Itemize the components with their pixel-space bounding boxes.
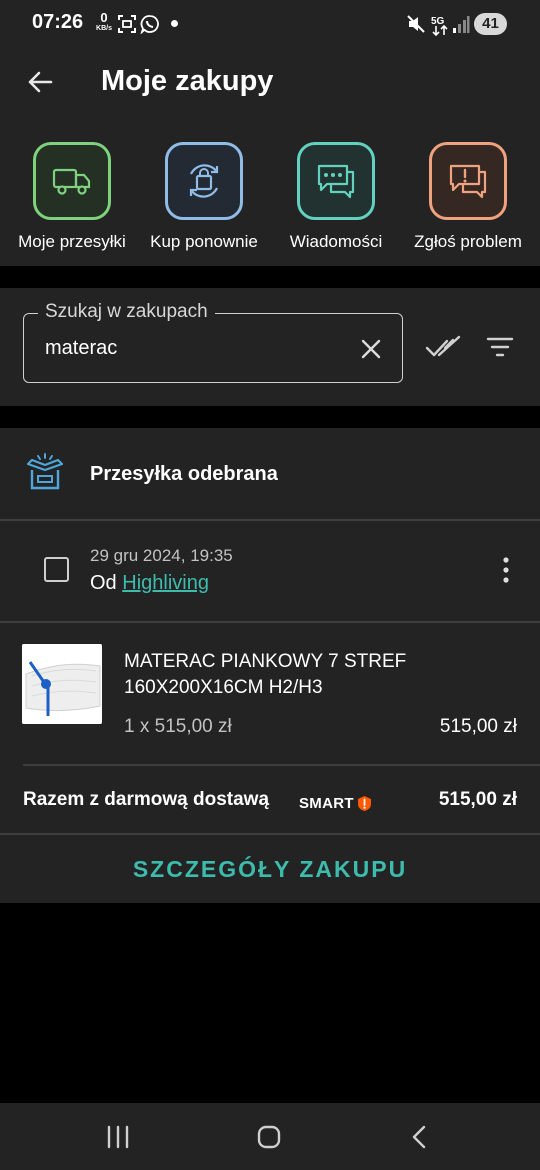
order-checkbox[interactable]	[44, 557, 69, 582]
product-name[interactable]: MATERAC PIANKOWY 7 STREF 160X200X16CM H2…	[124, 649, 514, 701]
clear-icon[interactable]	[359, 337, 383, 361]
order-date: 29 gru 2024, 19:35	[90, 546, 233, 565]
5g-icon: 5G	[431, 16, 448, 36]
chat-icon	[317, 164, 355, 199]
notification-dot	[171, 20, 178, 27]
mattress-image	[22, 644, 102, 724]
more-vertical-icon[interactable]	[497, 556, 515, 584]
navigation-bar	[0, 1103, 540, 1170]
divider	[0, 833, 540, 835]
smart-label: SMART	[299, 794, 354, 812]
quick-actions: Moje przesyłki Kup ponownie Wiadomości Z…	[0, 118, 540, 266]
quick-action-report-problem[interactable]: Zgłoś problem	[402, 142, 534, 252]
smart-alert-icon	[357, 795, 371, 811]
truck-icon	[52, 168, 91, 195]
back-arrow-icon[interactable]	[26, 68, 54, 96]
seller-line: Od Highliving	[90, 572, 209, 595]
network-speed-value: 0	[100, 10, 108, 25]
home-icon[interactable]	[255, 1123, 283, 1151]
report-chat-icon	[449, 164, 487, 199]
smart-badge: SMART	[299, 792, 373, 814]
signal-icon	[453, 16, 470, 33]
divider	[0, 621, 540, 623]
network-speed-unit: KB/s	[96, 25, 112, 32]
total-value: 515,00 zł	[438, 789, 517, 810]
search-value[interactable]: materac	[45, 337, 117, 360]
product-price: 515,00 zł	[439, 716, 517, 737]
divider	[23, 764, 540, 766]
recent-apps-icon[interactable]	[104, 1123, 132, 1151]
shipment-status: Przesyłka odebrana	[90, 463, 278, 485]
battery-level: 41	[474, 13, 507, 35]
search-card: Szukaj w zakupach materac	[0, 288, 540, 406]
status-time: 07:26	[32, 11, 84, 33]
order-details-button[interactable]: SZCZEGÓŁY ZAKUPU	[0, 836, 540, 903]
screenshot-icon	[118, 15, 136, 33]
quick-action-buy-again[interactable]: Kup ponownie	[138, 142, 270, 252]
app-bar: Moje zakupy	[0, 48, 540, 118]
quick-action-report-problem-box[interactable]	[429, 142, 507, 220]
search-input[interactable]: Szukaj w zakupach materac	[23, 301, 403, 383]
quick-action-buy-again-box[interactable]	[165, 142, 243, 220]
filter-icon[interactable]	[486, 335, 514, 359]
repeat-bag-icon	[189, 164, 219, 198]
whatsapp-icon	[140, 15, 159, 34]
mute-icon	[407, 15, 425, 33]
status-bar: 07:26 0 KB/s 5G 41	[0, 0, 540, 48]
back-icon[interactable]	[406, 1123, 434, 1151]
quick-action-shipments-label: Moje przesyłki	[18, 232, 126, 251]
product-thumbnail[interactable]	[22, 644, 102, 724]
quick-action-messages-box[interactable]	[297, 142, 375, 220]
double-check-icon[interactable]	[425, 333, 461, 361]
open-box-icon	[26, 453, 64, 490]
page-title: Moje zakupy	[101, 65, 274, 97]
seller-prefix: Od	[90, 572, 117, 594]
quick-action-shipments[interactable]: Moje przesyłki	[6, 142, 138, 252]
divider	[0, 519, 540, 521]
order-card: Przesyłka odebrana 29 gru 2024, 19:35 Od…	[0, 428, 540, 903]
quick-action-messages-label: Wiadomości	[289, 232, 383, 251]
quick-action-shipments-box[interactable]	[33, 142, 111, 220]
quick-action-report-problem-label: Zgłoś problem	[414, 232, 522, 251]
network-speed: 0 KB/s	[93, 11, 115, 32]
product-quantity-price: 1 x 515,00 zł	[124, 716, 232, 737]
quick-action-buy-again-label: Kup ponownie	[150, 232, 258, 251]
total-label: Razem z darmową dostawą	[23, 789, 270, 810]
svg-text:5G: 5G	[431, 16, 445, 27]
seller-link[interactable]: Highliving	[122, 572, 209, 594]
search-label: Szukaj w zakupach	[38, 301, 215, 323]
quick-action-messages[interactable]: Wiadomości	[270, 142, 402, 252]
